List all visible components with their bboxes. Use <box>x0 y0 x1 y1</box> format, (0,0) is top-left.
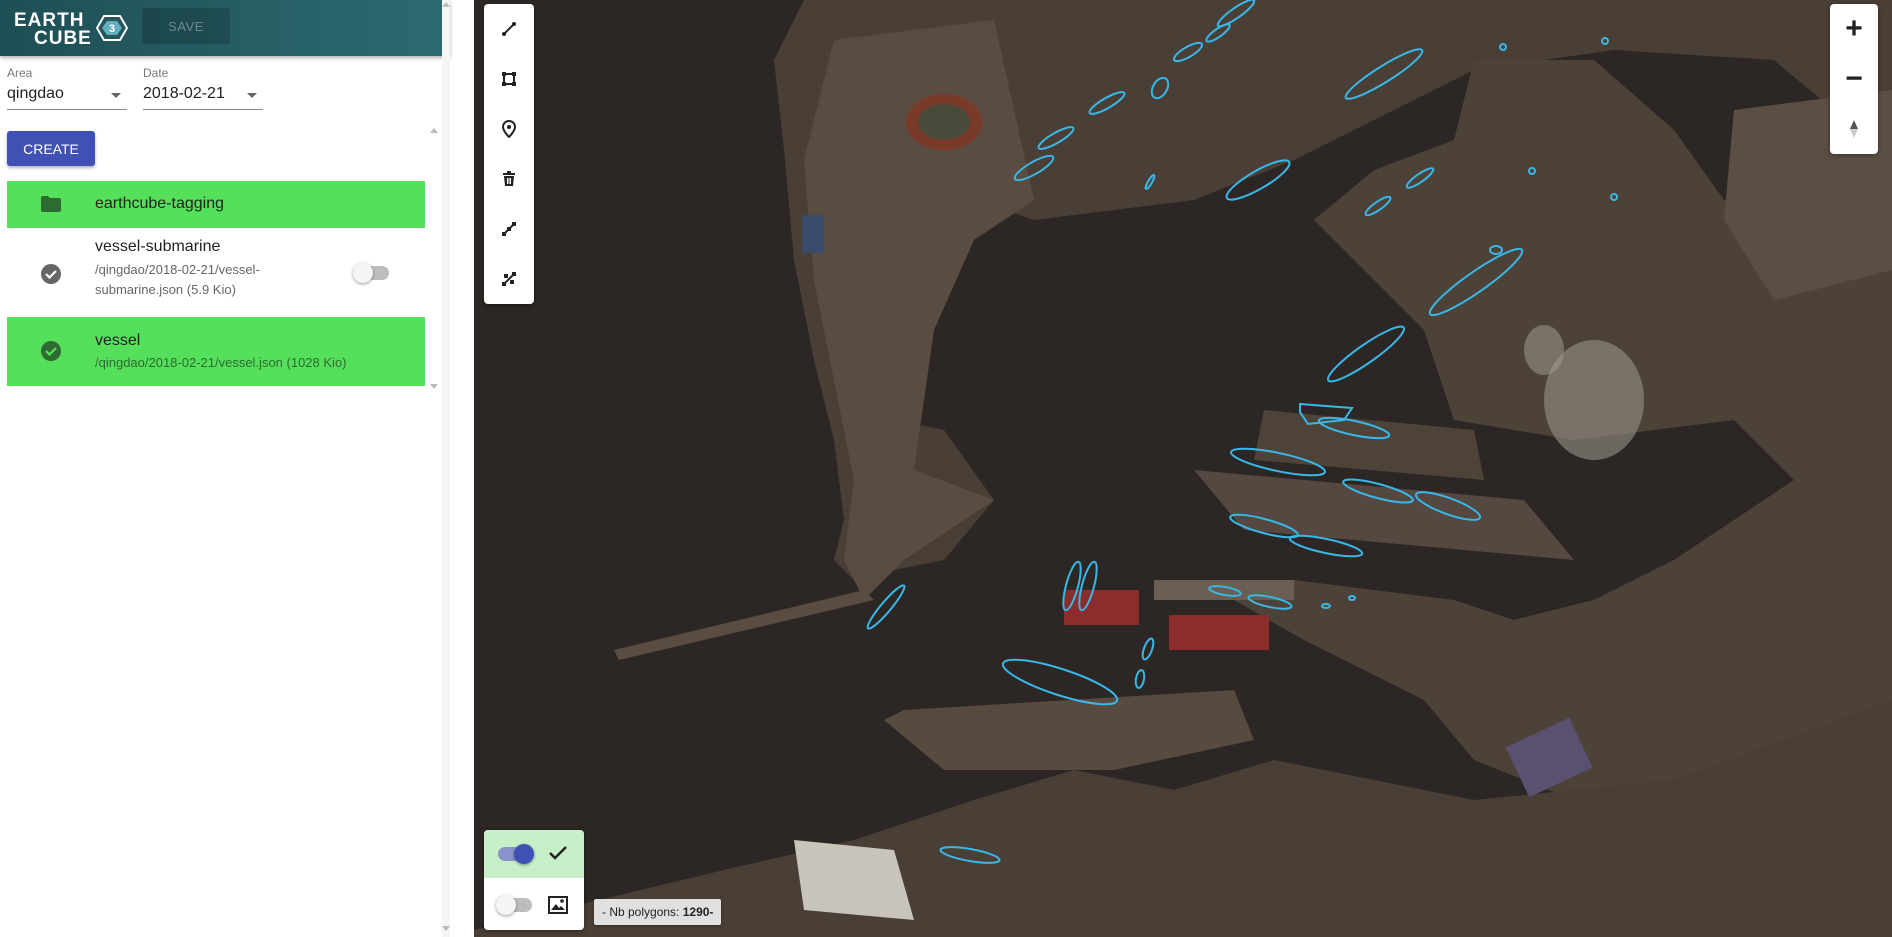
vector-layer-toggle[interactable] <box>498 844 534 864</box>
layer-item-vessel-submarine[interactable]: vessel-submarine /qingdao/2018-02-21/ves… <box>7 228 425 317</box>
draw-toolbar <box>484 4 534 304</box>
polygon-count-label: - Nb polygons: <box>602 905 683 919</box>
edit-shape-icon <box>502 272 516 286</box>
layer-list-scrollbar[interactable] <box>427 120 441 395</box>
toggle-knob <box>514 844 534 864</box>
date-value[interactable]: 2018-02-21 <box>143 85 263 110</box>
area-selected-value: qingdao <box>7 85 64 102</box>
edit-vertices-button[interactable] <box>484 204 534 254</box>
reset-north-button[interactable] <box>1830 104 1878 154</box>
zoom-in-button[interactable]: + <box>1830 4 1878 54</box>
edit-shape-button[interactable] <box>484 254 534 304</box>
image-icon <box>548 896 568 914</box>
scroll-up-icon[interactable] <box>442 2 450 7</box>
check-circle-icon <box>41 264 61 284</box>
layer-switcher <box>484 830 584 930</box>
layer-path: /qingdao/2018-02-21/vessel- submarine.js… <box>95 260 260 300</box>
polygon-count-value: 1290 <box>682 905 710 919</box>
edit-vertices-icon <box>502 222 516 236</box>
layer-title: vessel <box>95 332 141 349</box>
area-dropdown-icon[interactable] <box>111 93 121 98</box>
panel-scrollbar[interactable] <box>442 0 450 937</box>
satellite-map[interactable]: + − - Nb polygons: 1290- <box>474 0 1892 937</box>
zoom-out-button[interactable]: − <box>1830 54 1878 104</box>
toggle-knob <box>353 263 373 283</box>
date-selected-value: 2018-02-21 <box>143 85 225 102</box>
minus-icon: − <box>1845 62 1863 95</box>
scroll-down-icon[interactable] <box>430 384 438 389</box>
draw-rectangle-button[interactable] <box>484 54 534 104</box>
satellite-imagery[interactable] <box>474 0 1892 937</box>
top-app-bar: EARTH CUBE 3 SAVE <box>0 0 450 56</box>
area-select[interactable]: Area qingdao <box>7 66 127 110</box>
image-layer-row[interactable] <box>484 880 584 930</box>
layer-list: earthcube-tagging vessel-submarine /qing… <box>7 181 425 386</box>
save-button[interactable]: SAVE <box>142 8 230 44</box>
check-icon <box>549 846 567 860</box>
area-value[interactable]: qingdao <box>7 85 127 110</box>
date-label: Date <box>143 66 169 80</box>
vector-layer-row[interactable] <box>484 830 584 878</box>
folder-icon <box>41 196 61 212</box>
create-button[interactable]: CREATE <box>7 131 95 166</box>
delete-button[interactable] <box>484 154 534 204</box>
date-dropdown-icon[interactable] <box>247 93 257 98</box>
layer-title: vessel-submarine <box>95 238 221 255</box>
layer-visibility-toggle[interactable] <box>353 263 389 283</box>
layer-path: /qingdao/2018-02-21/vessel.json (1028 Ki… <box>95 355 347 370</box>
draw-marker-button[interactable] <box>484 104 534 154</box>
sidebar-panel: EARTH CUBE 3 SAVE Area qingdao Date 2018… <box>0 0 450 937</box>
draw-line-button[interactable] <box>484 4 534 54</box>
logo-text-cube: CUBE <box>34 28 92 49</box>
layer-path-line2: submarine.json (5.9 Kio) <box>95 282 236 297</box>
svg-text:3: 3 <box>109 23 115 35</box>
zoom-control: + − <box>1830 4 1878 154</box>
layer-item-vessel[interactable]: vessel /qingdao/2018-02-21/vessel.json (… <box>7 317 425 386</box>
delete-icon <box>503 171 515 186</box>
logo-hexagon-icon: 3 <box>96 15 128 41</box>
earthcube-logo: EARTH CUBE 3 <box>12 8 128 49</box>
toggle-knob <box>496 895 516 915</box>
layer-title: earthcube-tagging <box>95 195 224 212</box>
image-layer-toggle[interactable] <box>496 895 532 915</box>
scroll-up-icon[interactable] <box>430 128 438 133</box>
line-tool-icon <box>502 22 516 36</box>
marker-tool-icon <box>502 120 516 138</box>
polygon-count-suffix: - <box>709 905 714 919</box>
plus-icon: + <box>1845 12 1863 45</box>
date-select[interactable]: Date 2018-02-21 <box>143 66 263 110</box>
layer-item-earthcube-tagging[interactable]: earthcube-tagging <box>7 181 425 228</box>
area-label: Area <box>7 66 33 80</box>
layer-path-line1: /qingdao/2018-02-21/vessel- <box>95 262 260 277</box>
scroll-down-icon[interactable] <box>442 926 450 931</box>
rectangle-tool-icon <box>502 72 516 86</box>
polygon-counter: - Nb polygons: 1290- <box>594 899 722 925</box>
check-circle-icon <box>41 341 61 361</box>
compass-icon <box>1850 120 1858 138</box>
